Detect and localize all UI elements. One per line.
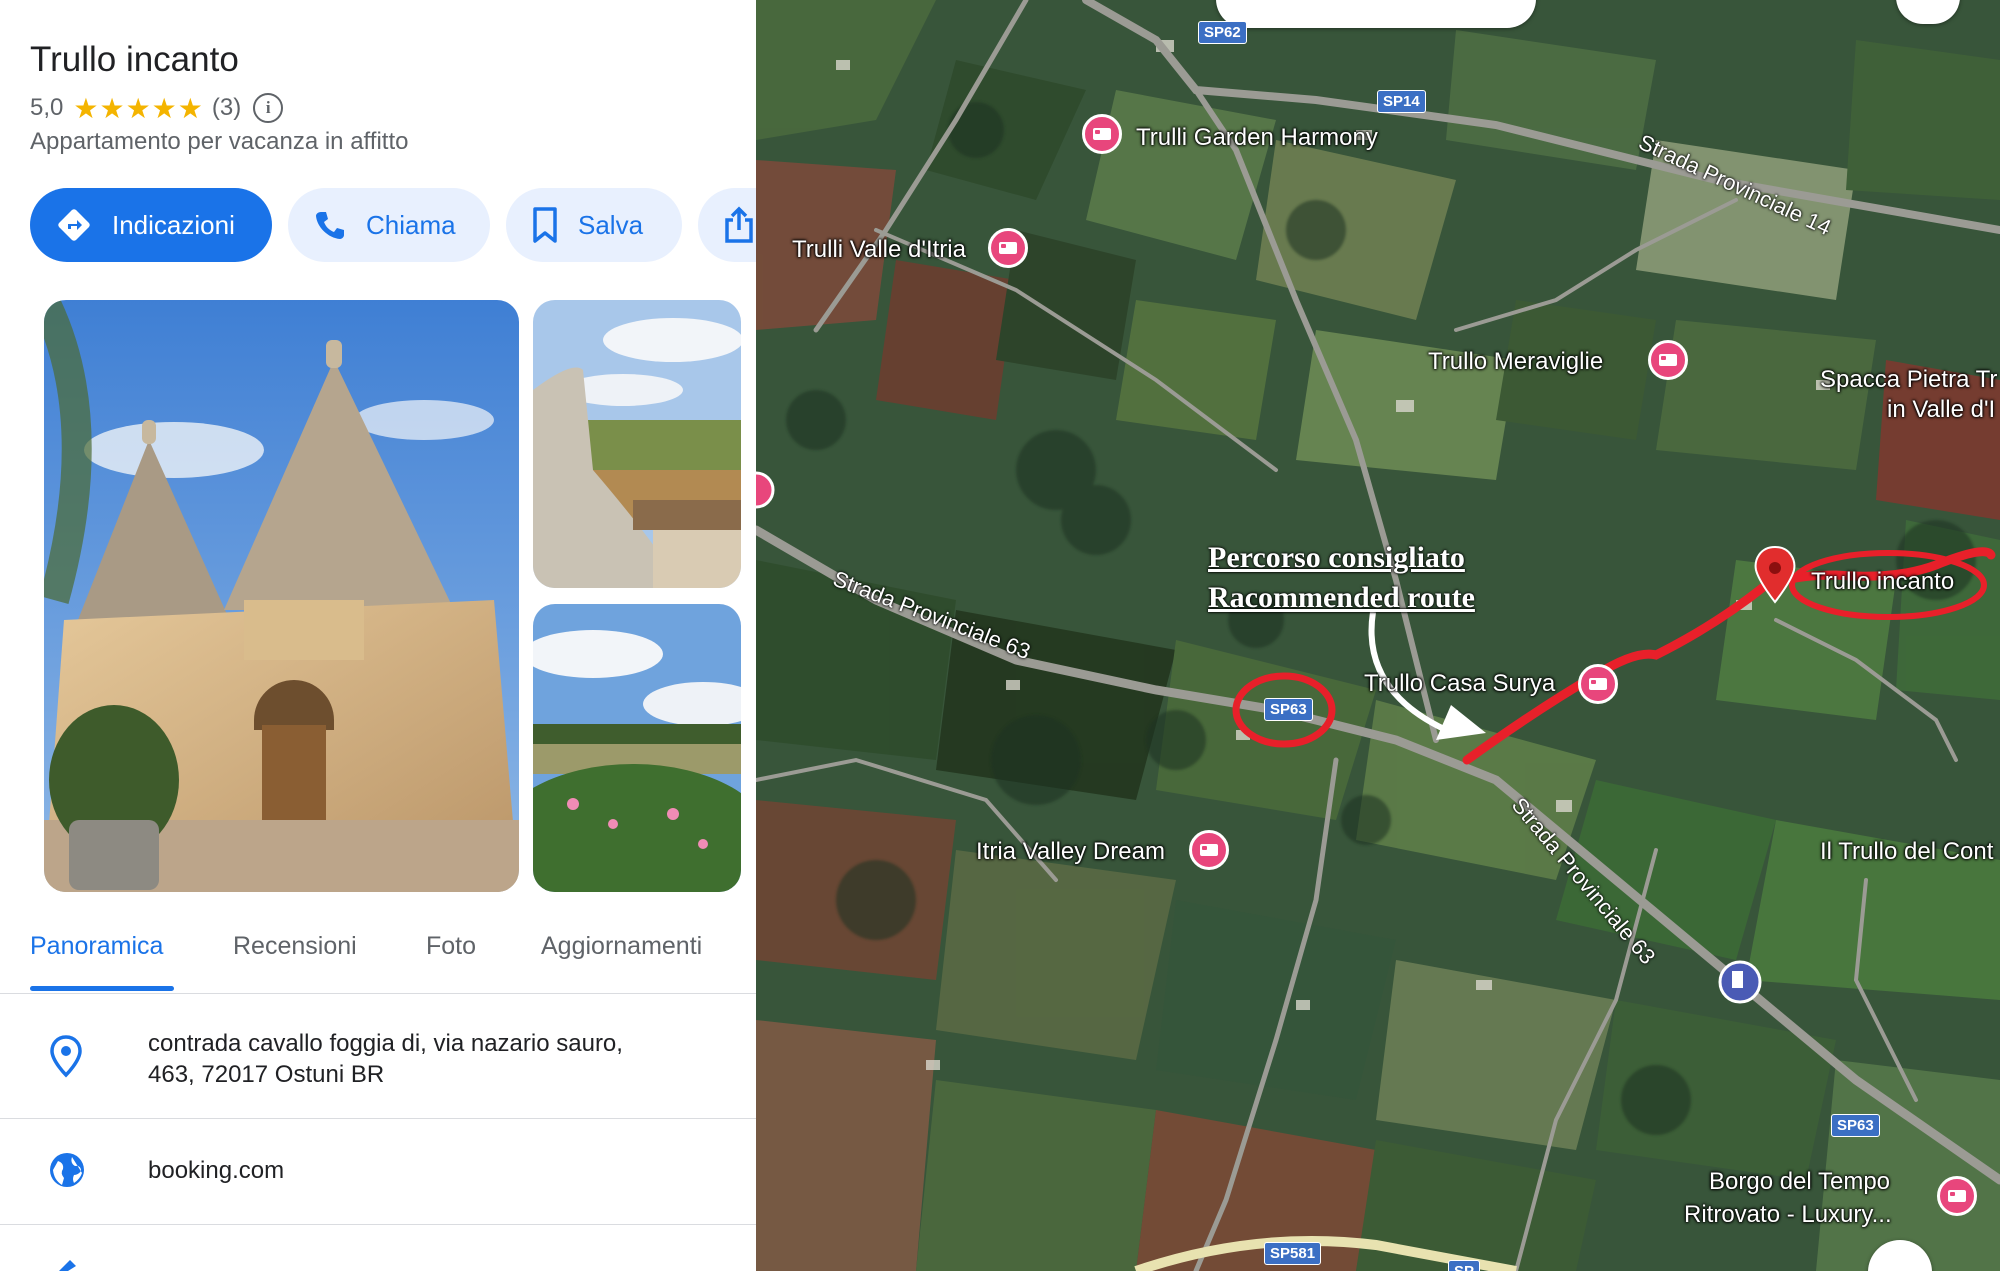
directions-icon xyxy=(58,209,90,241)
photo-trulli-main[interactable] xyxy=(44,300,519,892)
hotel-marker-icon[interactable] xyxy=(1648,340,1688,380)
rating-stars-icon: ★★★★★ xyxy=(73,92,204,124)
hotel-marker-icon[interactable] xyxy=(1189,830,1229,870)
directions-button[interactable]: Indicazioni xyxy=(30,188,272,262)
share-button[interactable] xyxy=(698,188,756,262)
place-category: Appartamento per vacanza in affitto xyxy=(30,128,409,155)
phone-icon xyxy=(316,212,344,239)
poi-label-trulli-valle-ditria[interactable]: Trulli Valle d'Itria xyxy=(792,236,966,264)
tab-bar: Panoramica Recensioni Foto Aggiornamenti xyxy=(0,932,756,994)
call-button[interactable]: Chiama xyxy=(288,188,490,262)
tab-recensioni[interactable]: Recensioni xyxy=(233,932,357,961)
poi-label-spacca-pietra-line2[interactable]: in Valle d'I xyxy=(1887,396,1995,424)
road-shield-sp63: SP63 xyxy=(1264,698,1313,721)
map-search-pill[interactable] xyxy=(1216,0,1536,28)
hotel-marker-icon[interactable] xyxy=(1082,114,1122,154)
place-panel: Trullo incanto 5,0 ★★★★★ (3) i Appartame… xyxy=(0,0,756,1271)
website-row[interactable]: booking.com xyxy=(0,1119,756,1223)
share-icon xyxy=(725,206,753,243)
rating-row[interactable]: 5,0 ★★★★★ (3) i xyxy=(30,92,284,124)
poi-label-trullo-casa-surya[interactable]: Trullo Casa Surya xyxy=(1364,670,1555,698)
call-label: Chiama xyxy=(366,209,456,240)
route-annotation-italian: Percorso consigliato xyxy=(1208,541,1465,574)
poi-label-spacca-pietra-line1[interactable]: Spacca Pietra Tr xyxy=(1820,366,1997,394)
satellite-map[interactable]: Trulli Garden Harmony Trulli Valle d'Itr… xyxy=(756,0,2000,1271)
hotel-marker-icon[interactable] xyxy=(1578,664,1618,704)
address-line-2: 463, 72017 Ostuni BR xyxy=(148,1061,385,1088)
poi-label-trulli-garden-harmony[interactable]: Trulli Garden Harmony xyxy=(1136,124,1378,152)
edit-pencil-icon xyxy=(59,1260,76,1271)
photo-countryside[interactable] xyxy=(533,604,741,892)
road-shield-sp63: SP63 xyxy=(1831,1114,1880,1137)
globe-icon xyxy=(50,1153,84,1187)
road-shield-sp: SP xyxy=(1448,1260,1481,1271)
poi-label-trullo-incanto[interactable]: Trullo incanto xyxy=(1811,568,1954,596)
route-annotation-english: Racommended route xyxy=(1208,581,1475,614)
info-icon[interactable]: i xyxy=(253,93,284,123)
road-shield-sp14: SP14 xyxy=(1377,90,1426,113)
poi-label-il-trullo-del-cont[interactable]: Il Trullo del Cont xyxy=(1820,838,1993,866)
photo-trullo-roof[interactable] xyxy=(533,300,741,588)
hotel-marker-icon[interactable] xyxy=(1937,1176,1977,1216)
location-pin-icon xyxy=(50,1035,82,1078)
address-row[interactable]: contrada cavallo foggia di, via nazario … xyxy=(0,1010,756,1118)
divider xyxy=(0,1224,756,1225)
website-link[interactable]: booking.com xyxy=(148,1155,284,1186)
tabs-divider xyxy=(0,993,756,994)
directions-label: Indicazioni xyxy=(112,209,235,240)
poi-label-borgo-line1[interactable]: Borgo del Tempo xyxy=(1709,1168,1890,1196)
hotel-marker-icon[interactable] xyxy=(988,228,1028,268)
active-tab-indicator xyxy=(30,986,174,991)
poi-label-borgo-line2[interactable]: Ritrovato - Luxury... xyxy=(1684,1201,1892,1229)
save-label: Salva xyxy=(578,209,644,240)
address-line-1: contrada cavallo foggia di, via nazario … xyxy=(148,1030,623,1057)
poi-label-itria-valley-dream[interactable]: Itria Valley Dream xyxy=(976,838,1165,866)
address-text: contrada cavallo foggia di, via nazario … xyxy=(148,1028,623,1090)
satellite-imagery xyxy=(756,0,2000,1271)
rating-value: 5,0 xyxy=(30,94,64,121)
bookmark-icon xyxy=(533,207,557,243)
save-button[interactable]: Salva xyxy=(506,188,682,262)
tab-aggiornamenti[interactable]: Aggiornamenti xyxy=(541,932,702,961)
review-count[interactable]: (3) xyxy=(212,94,241,122)
tab-panoramica[interactable]: Panoramica xyxy=(30,932,163,961)
route-annotation: Percorso consigliato Racommended route xyxy=(1208,538,1475,618)
poi-label-trullo-meraviglie[interactable]: Trullo Meraviglie xyxy=(1428,348,1603,376)
tab-foto[interactable]: Foto xyxy=(426,932,476,961)
road-shield-sp62: SP62 xyxy=(1198,21,1247,44)
place-title: Trullo incanto xyxy=(30,40,239,79)
road-shield-sp581: SP581 xyxy=(1264,1242,1322,1265)
